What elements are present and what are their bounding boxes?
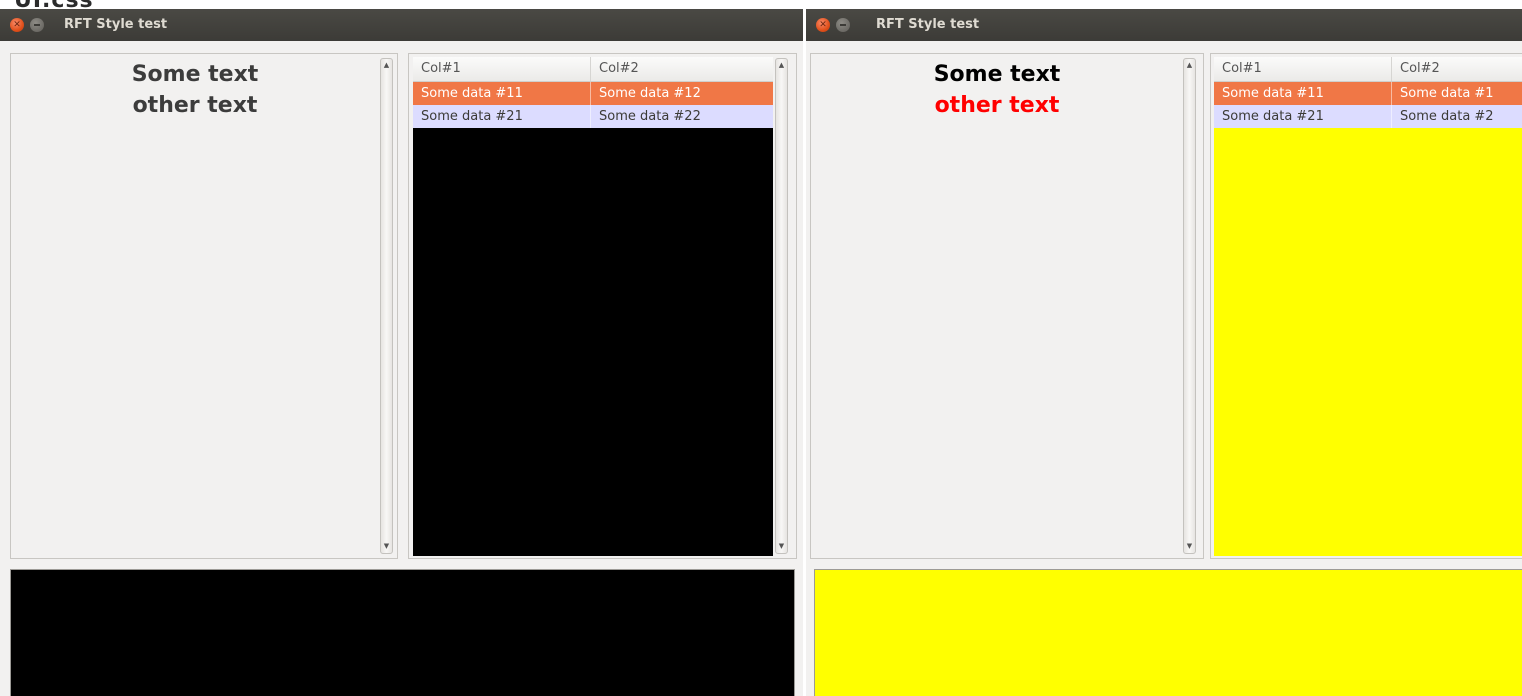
label-line1: Some text (131, 62, 259, 87)
close-icon[interactable]: ✕ (10, 18, 24, 32)
table-pane: Col#1 Col#2 Some data #11 Some data #12 … (408, 53, 797, 559)
window-right: ✕ RFT Style test Some text other text ▲ … (806, 9, 1522, 696)
vertical-scrollbar[interactable]: ▲ ▼ (775, 58, 788, 554)
minimize-icon[interactable] (30, 18, 44, 32)
table-cell: Some data #11 (413, 82, 591, 105)
column-header-col2[interactable]: Col#2 (1392, 57, 1522, 81)
label-area: Some text other text (812, 55, 1182, 557)
table-cell: Some data #22 (599, 109, 701, 124)
titlebar[interactable]: ✕ RFT Style test (0, 9, 803, 41)
column-header-col1[interactable]: Col#1 (1214, 57, 1392, 81)
column-header-col2[interactable]: Col#2 (591, 57, 773, 81)
table-row[interactable]: Some data #21 Some data #22 (413, 105, 773, 128)
column-header-col1[interactable]: Col#1 (413, 57, 591, 81)
table-header: Col#1 Col#2 (1214, 57, 1522, 82)
close-icon[interactable]: ✕ (816, 18, 830, 32)
table-cell: Some data #1 (1400, 86, 1494, 101)
data-table[interactable]: Col#1 Col#2 Some data #11 Some data #12 … (413, 57, 773, 556)
table-body (413, 128, 773, 556)
table-cell: Some data #11 (1214, 82, 1392, 105)
table-cell: Some data #2 (1400, 109, 1494, 124)
label-line1: Some text (933, 62, 1061, 87)
table-pane: Col#1 Col#2 Some data #11 Some data #1 S… (1210, 53, 1522, 559)
vertical-scrollbar[interactable]: ▲ ▼ (380, 58, 393, 554)
table-body (1214, 128, 1522, 556)
table-row[interactable]: Some data #11 Some data #1 (1214, 82, 1522, 105)
label-line2: other text (132, 93, 258, 118)
minimize-icon[interactable] (836, 18, 850, 32)
label-pane: Some text other text ▲ ▼ (10, 53, 398, 559)
arrow-up-icon[interactable]: ▲ (776, 59, 787, 72)
label-area: Some text other text (12, 55, 378, 557)
data-table[interactable]: Col#1 Col#2 Some data #11 Some data #1 S… (1214, 57, 1522, 556)
table-row[interactable]: Some data #21 Some data #2 (1214, 105, 1522, 128)
window-title: RFT Style test (876, 17, 980, 32)
window-left: ✕ RFT Style test Some text other text ▲ … (0, 9, 803, 696)
arrow-down-icon[interactable]: ▼ (381, 540, 392, 553)
table-row[interactable]: Some data #11 Some data #12 (413, 82, 773, 105)
table-cell: Some data #21 (1214, 105, 1392, 128)
vertical-scrollbar[interactable]: ▲ ▼ (1183, 58, 1196, 554)
arrow-down-icon[interactable]: ▼ (776, 540, 787, 553)
label-pane: Some text other text ▲ ▼ (810, 53, 1204, 559)
window-title: RFT Style test (64, 17, 168, 32)
arrow-up-icon[interactable]: ▲ (1184, 59, 1195, 72)
bottom-panel (10, 569, 795, 696)
arrow-down-icon[interactable]: ▼ (1184, 540, 1195, 553)
label-line2: other text (934, 93, 1060, 118)
bottom-panel (814, 569, 1522, 696)
table-cell: Some data #12 (599, 86, 701, 101)
arrow-up-icon[interactable]: ▲ (381, 59, 392, 72)
titlebar[interactable]: ✕ RFT Style test (806, 9, 1522, 41)
table-header: Col#1 Col#2 (413, 57, 773, 82)
table-cell: Some data #21 (413, 105, 591, 128)
